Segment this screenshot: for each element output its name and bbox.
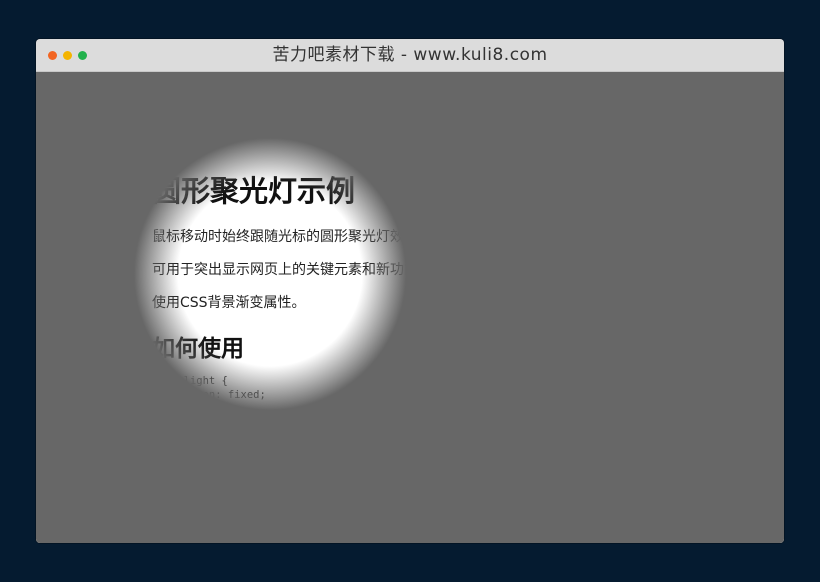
window-titlebar: 苦力吧素材下载 - www.kuli8.com bbox=[36, 39, 784, 72]
browser-window: 苦力吧素材下载 - www.kuli8.com 圆形聚光灯示例 鼠标移动时始终跟… bbox=[36, 39, 784, 543]
code-line: left: 0; bbox=[152, 416, 216, 429]
page-title: 圆形聚光灯示例 bbox=[152, 174, 356, 208]
description-paragraph-3: 使用CSS背景渐变属性。 bbox=[152, 295, 306, 311]
code-block: .spotlight { position: fixed; top: 0; le… bbox=[152, 375, 784, 526]
code-line: .spotlight { bbox=[152, 375, 228, 387]
page-viewport[interactable]: 圆形聚光灯示例 鼠标移动时始终跟随光标的圆形聚光灯效果。 可用于突出显示网页上的… bbox=[36, 72, 784, 543]
usage-heading: 如何使用 bbox=[152, 336, 244, 362]
code-line: height: 100%; bbox=[152, 443, 247, 456]
code-line: width: 100%; bbox=[152, 429, 241, 442]
code-line: top: 0; bbox=[152, 402, 209, 415]
code-line: pointer-events: none; bbox=[152, 457, 298, 470]
description-paragraph-1: 鼠标移动时始终跟随光标的圆形聚光灯效果。 bbox=[152, 229, 432, 245]
code-line: background: radial-gradient(50px 50px at… bbox=[164, 470, 784, 483]
window-title: 苦力吧素材下载 - www.kuli8.com bbox=[272, 45, 548, 65]
description-paragraph-2: 可用于突出显示网页上的关键元素和新功能。 bbox=[152, 262, 432, 278]
code-line: } bbox=[152, 512, 159, 525]
code-line: opacity: 0; bbox=[152, 484, 235, 497]
code-line: animation: fadein 2s 1s 1 both; bbox=[152, 498, 361, 511]
code-line: position: fixed; bbox=[152, 388, 266, 401]
